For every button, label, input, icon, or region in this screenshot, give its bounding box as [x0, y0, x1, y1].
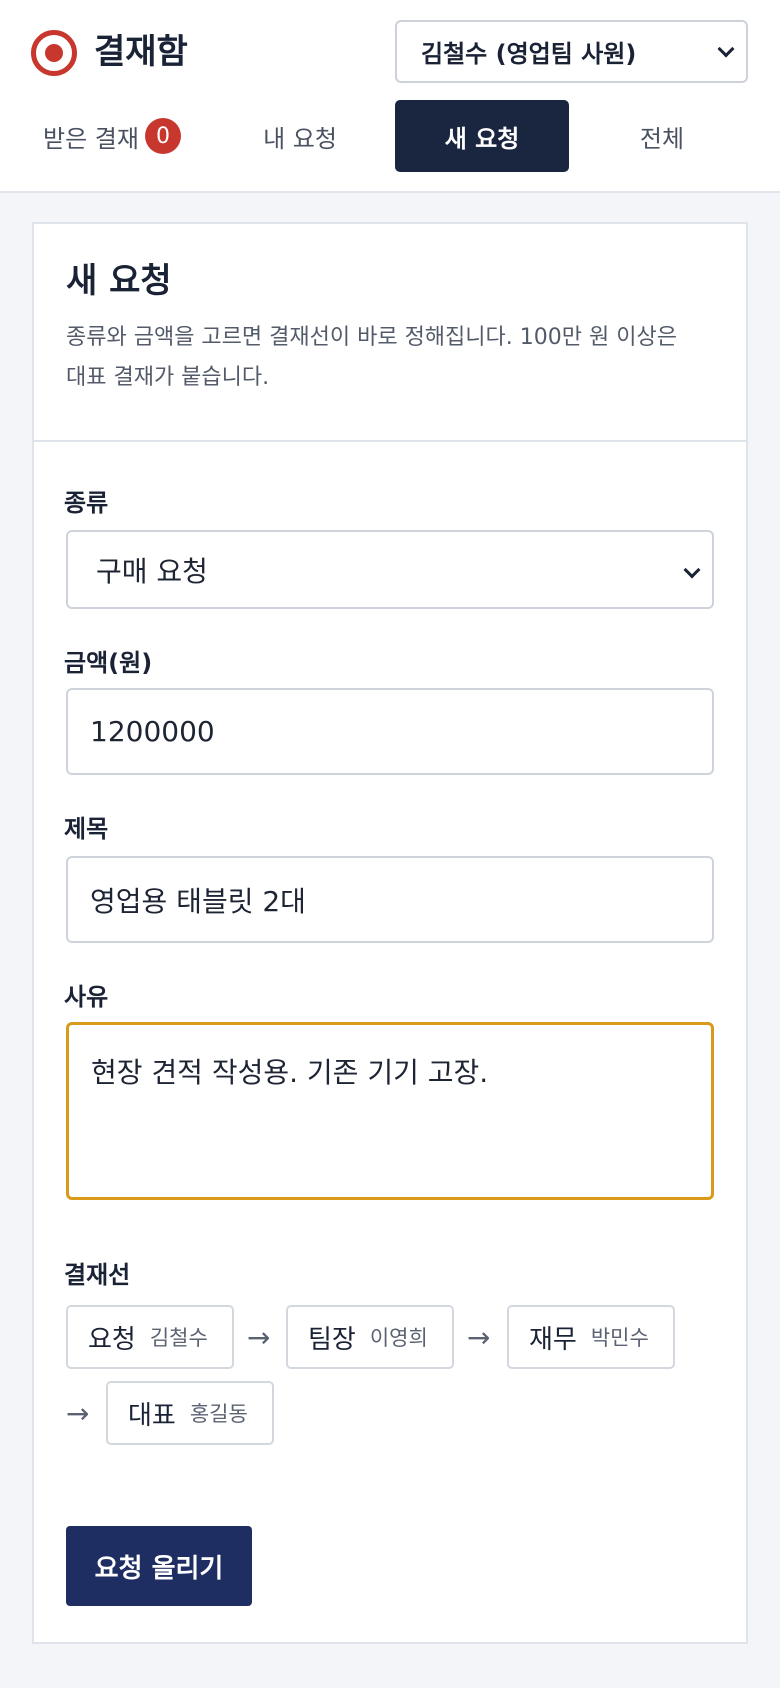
chevron-down-icon	[683, 561, 701, 579]
reason-textarea[interactable]: 현장 견적 작성용. 기존 기기 고장.	[66, 1022, 714, 1200]
approval-step-role: 요청	[88, 1324, 136, 1355]
tab-label: 받은 결재	[43, 124, 139, 153]
tab-received[interactable]: 받은 결재 0	[28, 100, 196, 172]
approval-step-name: 이영희	[369, 1326, 428, 1350]
approval-step-role: 재무	[529, 1324, 577, 1355]
pending-count-badge: 0	[144, 118, 181, 154]
type-select-value: 구매 요청	[96, 554, 208, 588]
card-description: 종류와 금액을 고르면 결재선이 바로 정해집니다. 100만 원 이상은 대표…	[66, 318, 714, 398]
tab-bar: 받은 결재 0 내 요청 새 요청 전체	[0, 100, 780, 172]
arrow-right-icon: →	[247, 1321, 271, 1354]
app-title: 결재함	[94, 32, 188, 72]
tab-new-request[interactable]: 새 요청	[395, 100, 569, 172]
card-description-line: 대표 결재가 붙습니다.	[66, 365, 270, 390]
arrow-right-icon: →	[467, 1321, 491, 1354]
type-select[interactable]: 구매 요청	[66, 530, 714, 609]
submit-request-button[interactable]: 요청 올리기	[66, 1526, 252, 1606]
chevron-down-icon	[717, 40, 735, 58]
tab-all[interactable]: 전체	[578, 100, 746, 172]
user-select-value: 김철수 (영업팀 사원)	[421, 40, 637, 68]
approval-step-name: 김철수	[149, 1326, 208, 1350]
approval-step-requester: 요청 김철수	[66, 1305, 234, 1369]
tab-label: 내 요청	[263, 124, 337, 153]
approval-step-role: 팀장	[308, 1324, 356, 1355]
tab-label: 새 요청	[444, 124, 520, 153]
subject-input-value: 영업용 태블릿 2대	[90, 884, 306, 918]
approval-step-role: 대표	[128, 1400, 176, 1431]
amount-input-value: 1200000	[90, 715, 215, 748]
record-logo-icon	[31, 30, 77, 76]
subject-label: 제목	[64, 815, 109, 843]
approval-line-label: 결재선	[64, 1261, 131, 1289]
card-title: 새 요청	[66, 261, 172, 301]
tab-label: 전체	[639, 124, 685, 153]
type-label: 종류	[64, 489, 109, 517]
approval-step-ceo: 대표 홍길동	[106, 1381, 274, 1445]
subject-input[interactable]: 영업용 태블릿 2대	[66, 856, 714, 943]
top-bar: 결재함 김철수 (영업팀 사원) 받은 결재 0 내 요청 새 요청 전체	[0, 0, 780, 193]
amount-input[interactable]: 1200000	[66, 688, 714, 775]
arrow-right-icon: →	[66, 1397, 90, 1430]
approval-step-name: 홍길동	[189, 1402, 248, 1426]
approval-step-name: 박민수	[590, 1326, 649, 1350]
card-header: 새 요청 종류와 금액을 고르면 결재선이 바로 정해집니다. 100만 원 이…	[34, 224, 746, 442]
approval-step-finance: 재무 박민수	[507, 1305, 675, 1369]
amount-label: 금액(원)	[64, 649, 153, 677]
approval-step-team-lead: 팀장 이영희	[286, 1305, 454, 1369]
user-select[interactable]: 김철수 (영업팀 사원)	[395, 20, 748, 83]
reason-textarea-value: 현장 견적 작성용. 기존 기기 고장.	[91, 1056, 489, 1089]
tab-my-requests[interactable]: 내 요청	[214, 100, 386, 172]
reason-label: 사유	[64, 983, 109, 1011]
card-description-line: 종류와 금액을 고르면 결재선이 바로 정해집니다. 100만 원 이상은	[66, 325, 677, 350]
